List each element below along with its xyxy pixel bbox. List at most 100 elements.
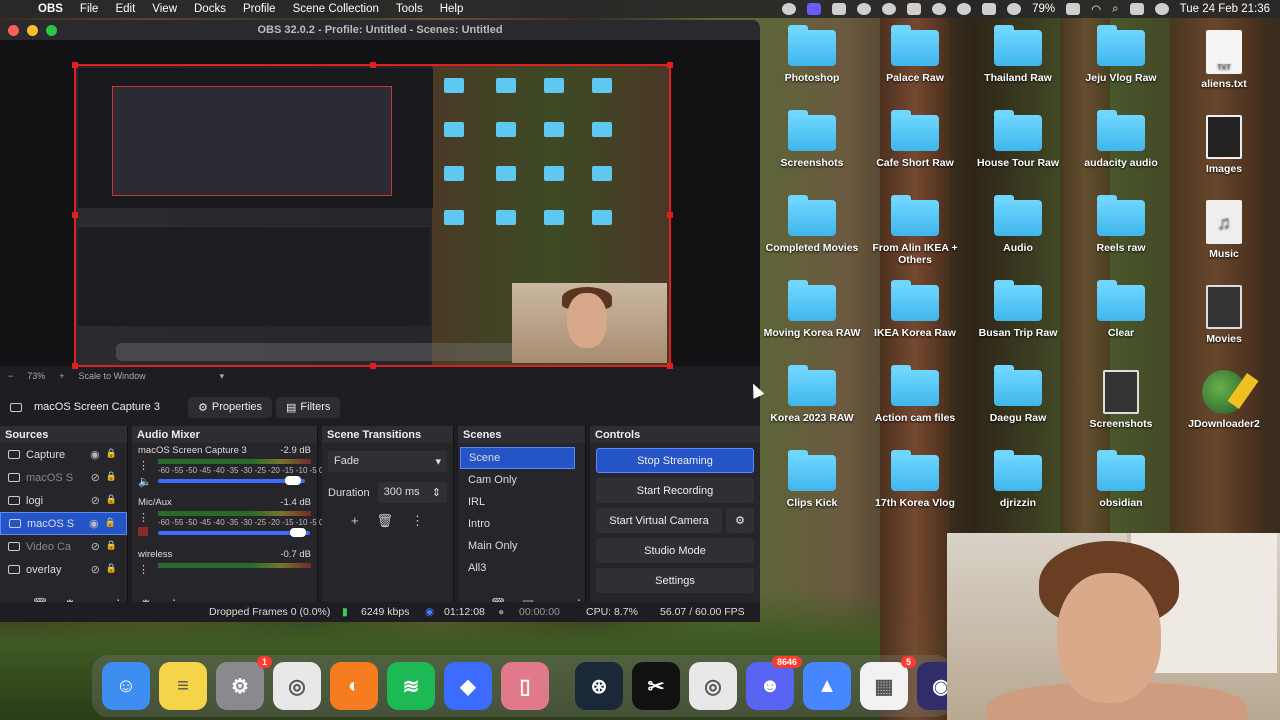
preview-canvas[interactable] <box>72 62 673 369</box>
scene-item[interactable]: Scene <box>460 447 575 469</box>
menubar-clock[interactable]: Tue 24 Feb 21:36 <box>1180 3 1270 15</box>
desktop-item[interactable]: Audio <box>968 195 1068 254</box>
volume-slider-knob[interactable] <box>290 528 307 537</box>
desktop-item[interactable]: obsidian <box>1071 450 1171 509</box>
desktop-item[interactable]: Images <box>1174 115 1274 175</box>
desktop-item[interactable]: IKEA Korea Raw <box>865 280 965 339</box>
source-item[interactable]: Capture ◉ 🔒 <box>0 443 127 466</box>
siri-icon[interactable] <box>1154 3 1169 15</box>
steam-icon[interactable]: ⊛ <box>575 662 623 710</box>
battery-icon[interactable] <box>1066 3 1081 15</box>
speaker-icon[interactable]: 🔈 <box>138 475 152 488</box>
transition-select[interactable]: Fade ▾ <box>328 451 447 472</box>
desktop-item[interactable]: Clips Kick <box>762 450 862 509</box>
desktop-item[interactable]: Daegu Raw <box>968 365 1068 424</box>
desktop-item[interactable]: Clear <box>1071 280 1171 339</box>
tray-blocked-icon[interactable] <box>932 3 947 15</box>
preview-area[interactable] <box>0 40 760 369</box>
channel-menu-icon[interactable]: ⋮ <box>138 459 149 472</box>
desktop-item[interactable]: Action cam files <box>865 365 965 424</box>
eye-hidden-icon[interactable]: ⊘ <box>91 540 100 553</box>
filters-button[interactable]: ▤ Filters <box>276 396 341 418</box>
resize-handle[interactable] <box>667 62 673 68</box>
tray-green-icon[interactable] <box>882 3 897 15</box>
menu-profile[interactable]: Profile <box>243 3 276 15</box>
lock-icon[interactable]: 🔒 <box>106 494 117 507</box>
transition-more-icon[interactable]: ⋮ <box>411 513 424 529</box>
desktop-item[interactable]: TXT aliens.txt <box>1174 30 1274 90</box>
scale-mode-dropdown-icon[interactable]: ▾ <box>220 371 225 382</box>
resize-handle[interactable] <box>72 62 78 68</box>
remove-transition-icon[interactable]: 🗑 <box>377 513 394 529</box>
virtual-camera-settings-icon[interactable]: ⚙ <box>726 508 754 533</box>
tray-screen-share-icon[interactable] <box>807 3 822 15</box>
eye-hidden-icon[interactable]: ⊘ <box>91 494 100 507</box>
scene-item[interactable]: IRL <box>460 491 575 513</box>
menu-file[interactable]: File <box>80 3 99 15</box>
menu-docks[interactable]: Docks <box>194 3 226 15</box>
capcut-icon[interactable]: ✂ <box>632 662 680 710</box>
desktop-item[interactable]: Photoshop <box>762 25 862 84</box>
firefox-icon[interactable]: ◐ <box>330 662 378 710</box>
source-item[interactable]: macOS S ◉ 🔒 <box>0 512 127 535</box>
stop-streaming-button[interactable]: Stop Streaming <box>596 448 754 473</box>
tray-globe-icon[interactable] <box>957 3 972 15</box>
muted-speaker-icon[interactable] <box>138 527 148 536</box>
lock-icon[interactable]: 🔒 <box>105 517 116 530</box>
settings-icon[interactable]: ⚙ 1 <box>216 656 272 710</box>
scene-item[interactable]: Intro <box>460 513 575 535</box>
source-item[interactable]: Video Ca ⊘ 🔒 <box>0 535 127 558</box>
desktop-item[interactable]: Jeju Vlog Raw <box>1071 25 1171 84</box>
volume-slider-knob[interactable] <box>285 476 302 485</box>
search-icon[interactable]: ⌕ <box>1112 3 1118 16</box>
desktop-item[interactable]: ♫ Music <box>1174 200 1274 260</box>
desktop-item[interactable]: Moving Korea RAW <box>762 280 862 339</box>
lock-icon[interactable]: 🔒 <box>106 448 117 461</box>
lock-icon[interactable]: 🔒 <box>106 540 117 553</box>
start-virtual-camera-button[interactable]: Start Virtual Camera <box>596 508 722 533</box>
discord-icon[interactable]: ☻ 8646 <box>746 656 802 710</box>
nordvpn-icon[interactable]: ▲ <box>803 662 851 710</box>
desktop-item[interactable]: djrizzin <box>968 450 1068 509</box>
desktop-item[interactable]: JDownloader2 <box>1174 370 1274 430</box>
desktop-item[interactable]: Busan Trip Raw <box>968 280 1068 339</box>
source-item[interactable]: macOS S ⊘ 🔒 <box>0 466 127 489</box>
control-center-icon[interactable] <box>1129 3 1144 15</box>
desktop-item[interactable]: audacity audio <box>1071 110 1171 169</box>
desktop-item[interactable]: House Tour Raw <box>968 110 1068 169</box>
desktop-item[interactable]: Screenshots <box>1071 370 1171 430</box>
lock-icon[interactable]: 🔒 <box>106 471 117 484</box>
stepper-arrows-icon[interactable]: ⇕ <box>432 486 441 499</box>
desktop-item[interactable]: Completed Movies <box>762 195 862 254</box>
add-transition-icon[interactable]: + <box>351 513 359 529</box>
chrome-icon-2[interactable]: ◎ <box>689 662 737 710</box>
menu-help[interactable]: Help <box>440 3 464 15</box>
notes-icon[interactable]: ≡ <box>159 662 207 710</box>
menu-tools[interactable]: Tools <box>396 3 423 15</box>
properties-button[interactable]: ⚙ Properties <box>188 396 273 418</box>
lock-icon[interactable]: 🔒 <box>106 563 117 576</box>
source-item[interactable]: logi ⊘ 🔒 <box>0 489 127 512</box>
scene-item[interactable]: Strea <box>460 579 575 583</box>
menu-app-name[interactable]: OBS <box>38 3 63 15</box>
desktop-item[interactable]: Cafe Short Raw <box>865 110 965 169</box>
resize-handle[interactable] <box>667 212 673 218</box>
tray-nordvpn-icon[interactable] <box>857 3 872 15</box>
microsoft-icon[interactable]: ▦ 5 <box>860 656 916 710</box>
eye-icon[interactable]: ◉ <box>89 517 99 530</box>
resize-handle[interactable] <box>370 62 376 68</box>
source-item[interactable]: overlay ⊘ 🔒 <box>0 558 127 581</box>
obs-titlebar[interactable]: OBS 32.0.2 - Profile: Untitled - Scenes:… <box>0 20 760 40</box>
desktop-item[interactable]: Palace Raw <box>865 25 965 84</box>
start-recording-button[interactable]: Start Recording <box>596 478 754 503</box>
studio-mode-button[interactable]: Studio Mode <box>596 538 754 563</box>
scale-mode-label[interactable]: Scale to Window <box>79 371 146 381</box>
scene-item[interactable]: All3 <box>460 557 575 579</box>
roblox-icon[interactable]: ◆ <box>444 662 492 710</box>
menu-view[interactable]: View <box>152 3 177 15</box>
spotify-icon[interactable]: ≋ <box>387 662 435 710</box>
chrome-icon[interactable]: ◎ <box>273 662 321 710</box>
desktop-item[interactable]: 17th Korea Vlog <box>865 450 965 509</box>
scene-item[interactable]: Cam Only <box>460 469 575 491</box>
tray-input-source-icon[interactable] <box>982 3 997 15</box>
